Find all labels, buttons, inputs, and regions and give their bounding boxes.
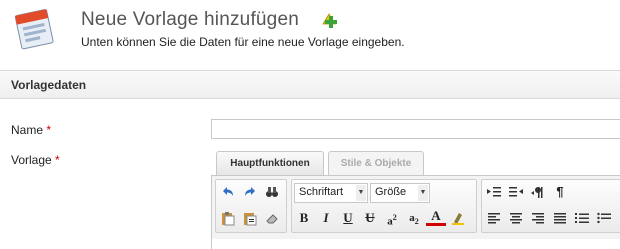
underline-button[interactable]: U: [338, 208, 358, 228]
page-title: Neue Vorlage hinzufügen: [81, 9, 299, 30]
required-mark: *: [46, 123, 52, 137]
paragraph-button[interactable]: ¶: [550, 182, 570, 202]
size-select-value: Größe: [375, 186, 407, 198]
name-label: Name *: [11, 123, 51, 137]
superscript-button[interactable]: a2: [382, 208, 402, 228]
highlight-icon[interactable]: [448, 208, 468, 228]
eraser-icon[interactable]: [262, 208, 282, 228]
rich-text-editor: Schriftart ▼ Größe ▼ B I U U a2 a2 A ¶: [211, 175, 620, 249]
redo-icon[interactable]: [240, 182, 260, 202]
toolbar-group-format: Schriftart ▼ Größe ▼ B I U U a2 a2 A: [291, 179, 477, 233]
outdent-icon[interactable]: [506, 182, 526, 202]
template-document-icon: [12, 4, 58, 52]
subscript-exp: 2: [414, 217, 419, 227]
align-justify-icon[interactable]: [550, 208, 570, 228]
font-select-value: Schriftart: [299, 186, 344, 198]
paste-icon[interactable]: [218, 208, 238, 228]
align-left-icon[interactable]: [484, 208, 504, 228]
template-data-section: Vorlagedaten Name * Vorlage * Hauptfunkt…: [0, 70, 620, 249]
font-color-button[interactable]: A: [426, 208, 446, 226]
rtl-paragraph-icon[interactable]: [528, 182, 548, 202]
required-mark: *: [55, 153, 60, 167]
font-select[interactable]: Schriftart ▼: [294, 183, 368, 203]
page-header: Neue Vorlage hinzufügen Unten können Sie…: [0, 0, 620, 58]
subscript-button[interactable]: a2: [404, 208, 424, 228]
undo-icon[interactable]: [218, 182, 238, 202]
italic-button[interactable]: I: [316, 208, 336, 228]
name-input[interactable]: [211, 119, 620, 139]
chevron-down-icon: ▼: [418, 185, 428, 201]
numbered-list-icon[interactable]: [572, 208, 592, 228]
bold-button[interactable]: B: [294, 208, 314, 228]
add-plus-icon: [319, 10, 339, 30]
section-title: Vorlagedaten: [0, 71, 620, 99]
bullet-list-icon[interactable]: [594, 208, 614, 228]
align-center-icon[interactable]: [506, 208, 526, 228]
align-right-icon[interactable]: [528, 208, 548, 228]
paste-text-icon[interactable]: [240, 208, 260, 228]
page-subtitle: Unten können Sie die Daten für eine neue…: [81, 35, 405, 49]
editor-content-area[interactable]: [211, 239, 620, 249]
tab-hauptfunktionen[interactable]: Hauptfunktionen: [216, 151, 324, 175]
size-select[interactable]: Größe ▼: [370, 183, 430, 203]
chevron-down-icon: ▼: [356, 185, 366, 201]
strikethrough-button[interactable]: U: [360, 208, 380, 228]
name-label-text: Name: [11, 123, 44, 137]
template-label-text: Vorlage: [11, 153, 52, 167]
template-label: Vorlage *: [11, 153, 60, 167]
superscript-exp: 2: [392, 213, 397, 222]
tab-stile-objekte[interactable]: Stile & Objekte: [328, 151, 424, 175]
toolbar-group-edit: [215, 179, 287, 233]
find-binoculars-icon[interactable]: [262, 182, 282, 202]
toolbar-group-paragraph: ¶: [481, 179, 620, 233]
indent-icon[interactable]: [484, 182, 504, 202]
